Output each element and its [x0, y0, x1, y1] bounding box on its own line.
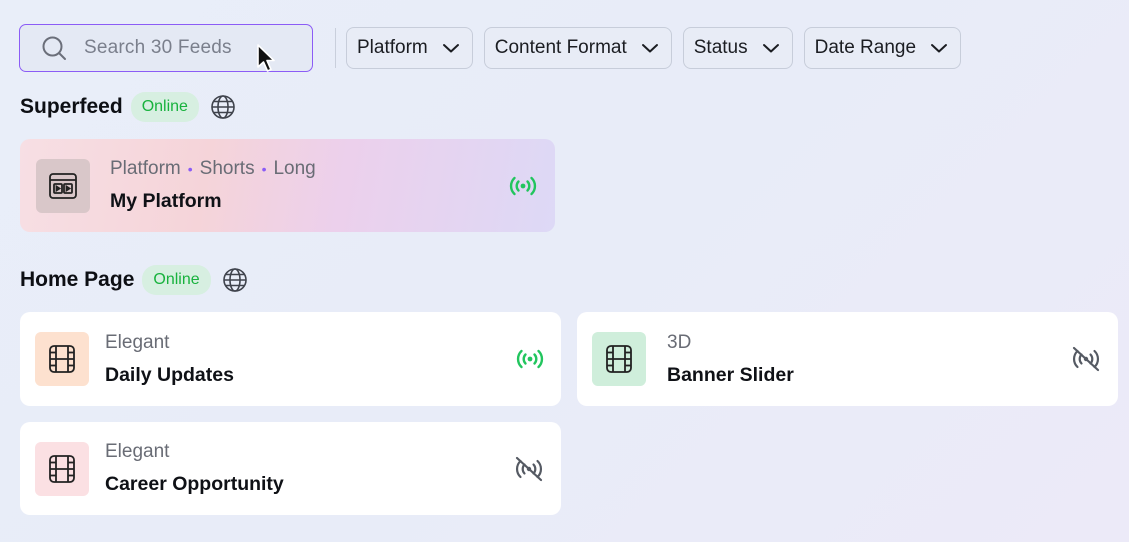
- section-title: Superfeed: [20, 95, 123, 118]
- broadcast-off-icon: [514, 456, 544, 482]
- broadcast-off-icon: [1071, 346, 1101, 372]
- feed-card-daily-updates[interactable]: Elegant Daily Updates: [20, 312, 561, 406]
- chevron-down-icon: [442, 42, 460, 54]
- tag-platform: Platform: [110, 158, 181, 179]
- home-page-header: Home Page Online: [20, 265, 248, 295]
- status-badge: Online: [142, 265, 211, 295]
- cursor-icon: [256, 43, 278, 80]
- status-badge: Online: [130, 92, 199, 122]
- search-input[interactable]: Search 30 Feeds: [19, 24, 313, 72]
- chevron-down-icon: [762, 42, 780, 54]
- chevron-down-icon: [641, 42, 659, 54]
- filter-platform[interactable]: Platform: [346, 27, 473, 69]
- feed-style: Elegant: [105, 441, 170, 462]
- filter-label: Date Range: [814, 37, 917, 58]
- search-icon: [40, 34, 68, 62]
- feed-style: Elegant: [105, 331, 170, 353]
- search-placeholder: Search 30 Feeds: [84, 37, 232, 58]
- feed-tags: Platform • Shorts • Long: [110, 158, 316, 180]
- section-title: Home Page: [20, 268, 135, 291]
- feed-name: My Platform: [110, 190, 222, 212]
- broadcast-icon: [509, 175, 537, 197]
- feed-style: 3D: [667, 331, 692, 353]
- feed-card-banner-slider[interactable]: 3D Banner Slider: [577, 312, 1118, 406]
- film-icon: [592, 332, 646, 386]
- film-icon: [35, 441, 89, 496]
- globe-icon[interactable]: [222, 267, 248, 293]
- separator-dot: •: [187, 161, 193, 177]
- separator-dot: •: [261, 161, 267, 177]
- feed-card-my-platform[interactable]: Platform • Shorts • Long My Platform: [20, 139, 555, 232]
- tag-shorts: Shorts: [199, 158, 255, 179]
- toolbar: Search 30 Feeds Platform Content Format …: [19, 24, 972, 72]
- globe-icon[interactable]: [210, 94, 236, 120]
- filter-label: Status: [693, 37, 748, 58]
- filter-label: Platform: [357, 37, 428, 58]
- layout-icon: [36, 158, 90, 213]
- filter-date-range[interactable]: Date Range: [803, 27, 962, 69]
- feed-name: Banner Slider: [667, 363, 794, 386]
- feed-name: Career Opportunity: [105, 473, 284, 495]
- tag-long: Long: [273, 158, 316, 179]
- toolbar-divider: [335, 28, 336, 68]
- film-icon: [35, 332, 89, 386]
- broadcast-icon: [516, 348, 544, 370]
- filter-content-format[interactable]: Content Format: [483, 27, 672, 69]
- feed-card-career-opportunity[interactable]: Elegant Career Opportunity: [20, 422, 561, 515]
- chevron-down-icon: [930, 42, 948, 54]
- feed-name: Daily Updates: [105, 363, 234, 386]
- filter-label: Content Format: [494, 37, 627, 58]
- superfeed-header: Superfeed Online: [20, 92, 236, 122]
- filter-status[interactable]: Status: [682, 27, 793, 69]
